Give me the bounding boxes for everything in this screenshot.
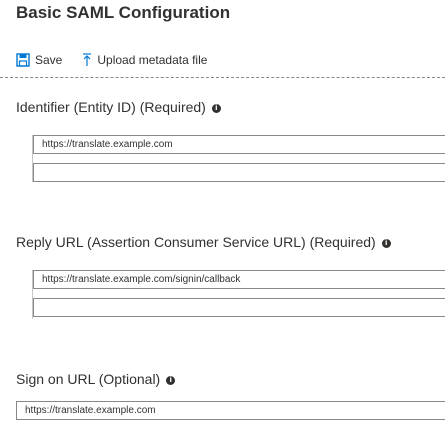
identifier-input-empty[interactable] (33, 163, 445, 182)
reply-url-input[interactable]: https://translate.example.com/signin/cal… (33, 270, 445, 289)
save-button[interactable]: Save (16, 53, 62, 67)
panel-title: Basic SAML Configuration (16, 3, 231, 22)
identifier-input[interactable]: https://translate.example.com (33, 135, 445, 154)
identifier-label-text: Identifier (Entity ID) (Required) (16, 99, 206, 115)
sign-on-url-label: Sign on URL (Optional) i (16, 371, 176, 387)
info-icon[interactable]: i (166, 375, 176, 385)
identifier-field-group: https://translate.example.com (32, 135, 445, 182)
identifier-label: Identifier (Entity ID) (Required) i (16, 99, 221, 115)
reply-url-input-empty[interactable] (33, 298, 445, 317)
toolbar-divider (0, 77, 445, 78)
upload-metadata-button[interactable]: Upload metadata file (82, 53, 207, 67)
toolbar: Save Upload metadata file (16, 50, 207, 70)
sign-on-url-input[interactable]: https://translate.example.com (16, 401, 445, 420)
upload-icon (82, 53, 92, 67)
save-label: Save (35, 53, 63, 67)
save-icon (16, 53, 30, 67)
sign-on-url-field-wrap: https://translate.example.com (16, 401, 445, 420)
upload-label: Upload metadata file (97, 53, 208, 67)
info-icon[interactable]: i (381, 238, 391, 248)
sign-on-url-label-text: Sign on URL (Optional) (16, 371, 161, 387)
reply-url-label-text: Reply URL (Assertion Consumer Service UR… (16, 234, 376, 250)
reply-url-label: Reply URL (Assertion Consumer Service UR… (16, 234, 391, 250)
info-icon[interactable]: i (211, 103, 221, 113)
reply-url-field-group: https://translate.example.com/signin/cal… (32, 270, 445, 319)
